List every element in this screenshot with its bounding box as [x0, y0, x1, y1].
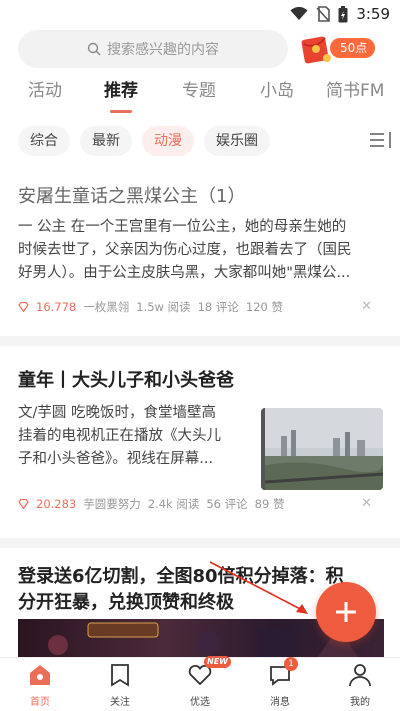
excerpt-line: 子和小头爸爸》。视线在屏幕...: [18, 451, 214, 467]
tab-islands[interactable]: 小岛: [260, 76, 294, 101]
author-name[interactable]: 一枚黑翎: [83, 299, 129, 315]
excerpt-line: 好男人）。由于公主皮肤乌黑，大家都叫她"黑煤公...: [18, 265, 351, 281]
diamond-icon: [18, 499, 29, 509]
article-excerpt: 一 公主 在一个王宫里有一位公主，她的母亲生她的 时候去世了，父亲因为伤心过度，…: [18, 216, 384, 285]
article-excerpt: 文/芋圆 吃晚饭时，食堂墙壁高 挂着的电视机正在播放《大头儿 子和小头爸爸》。视…: [18, 402, 254, 471]
top-tabs: 活动 推荐 专题 小岛 简书FM: [0, 76, 400, 113]
chip-latest[interactable]: 最新: [80, 126, 132, 156]
article-card[interactable]: 安屠生童话之黑煤公主（1） 一 公主 在一个王宫里有一位公主，她的母亲生她的 时…: [0, 168, 400, 328]
create-post-button[interactable]: [316, 582, 376, 642]
city-view-image: [261, 408, 383, 490]
excerpt-line: 文/芋圆 吃晚饭时，食堂墙壁高: [18, 405, 216, 421]
author-name[interactable]: 芋圆要努力: [83, 496, 141, 512]
tab-activities[interactable]: 活动: [28, 76, 62, 101]
nav-picks[interactable]: NEW 优选: [170, 656, 231, 708]
nav-messages[interactable]: 1 消息: [250, 657, 310, 708]
profile-icon: [330, 662, 390, 690]
excerpt-line: 挂着的电视机正在播放《大头儿: [18, 428, 221, 444]
article-meta: 16.778 一枚黑翎 1.5w 阅读 18 评论 120 赞: [18, 299, 283, 315]
close-icon[interactable]: ✕: [361, 496, 372, 511]
nav-label: 优选: [190, 697, 210, 708]
message-icon: 1: [250, 657, 310, 690]
divider: [0, 336, 400, 346]
article-thumbnail[interactable]: [261, 408, 383, 490]
article-title[interactable]: 童年丨大头儿子和小头爸爸: [18, 366, 234, 392]
unread-badge: 1: [284, 657, 298, 671]
diamond-count: 20.283: [36, 497, 77, 511]
like-count: 120 赞: [245, 300, 284, 314]
chip-general[interactable]: 综合: [18, 126, 70, 156]
like-count: 89 赞: [254, 497, 285, 511]
wifi-icon: [290, 7, 308, 20]
excerpt-line: 一 公主 在一个王宫里有一位公主，她的母亲生她的: [18, 219, 347, 235]
nav-label: 首页: [30, 697, 50, 708]
status-icons: 3:59: [290, 5, 390, 23]
category-chips: 综合 最新 动漫 娱乐圈: [0, 126, 400, 158]
red-envelope-icon: [301, 36, 331, 64]
nav-label: 我的: [350, 697, 370, 708]
arrow-annotation-icon: [209, 561, 308, 614]
nav-label: 关注: [110, 697, 130, 708]
read-count: 2.4k 阅读: [147, 497, 200, 511]
more-categories-button[interactable]: [368, 130, 394, 154]
read-count: 1.5w 阅读: [136, 300, 191, 314]
menu-lines-icon: [370, 132, 391, 148]
nav-profile[interactable]: 我的: [330, 662, 390, 708]
excerpt-line: 时候去世了，父亲因为伤心过度，也跟着去了（国民: [18, 242, 352, 258]
search-placeholder: 搜索感兴趣的内容: [107, 42, 219, 58]
comment-count: 56 评论: [206, 497, 248, 511]
new-badge: NEW: [204, 656, 231, 668]
search-input[interactable]: 搜索感兴趣的内容: [18, 30, 288, 68]
tab-topics[interactable]: 专题: [182, 76, 216, 101]
divider: [0, 538, 400, 548]
nav-home[interactable]: 首页: [10, 662, 70, 708]
home-icon: [10, 662, 70, 690]
status-bar: 3:59: [0, 0, 400, 28]
close-icon[interactable]: ✕: [361, 299, 372, 314]
diamond-icon: [18, 302, 29, 312]
status-time: 3:59: [356, 5, 390, 23]
article-meta: 20.283 芋圆要努力 2.4k 阅读 56 评论 89 赞: [18, 496, 284, 512]
no-sim-icon: [316, 6, 331, 22]
diamond-count: 16.778: [36, 300, 77, 314]
article-card[interactable]: 童年丨大头儿子和小头爸爸 文/芋圆 吃晚饭时，食堂墙壁高 挂着的电视机正在播放《…: [0, 346, 400, 526]
search-row: 搜索感兴趣的内容 50点: [0, 30, 400, 70]
nav-label: 消息: [270, 697, 290, 708]
battery-icon: [338, 5, 348, 22]
tab-fm[interactable]: 简书FM: [326, 76, 384, 101]
chip-anime[interactable]: 动漫: [142, 126, 194, 156]
chip-entertainment[interactable]: 娱乐圈: [204, 126, 270, 156]
search-icon: [87, 42, 101, 56]
bookmark-icon: [90, 662, 150, 690]
article-title[interactable]: 安屠生童话之黑煤公主（1）: [18, 182, 245, 208]
tab-recommended[interactable]: 推荐: [104, 76, 138, 101]
bottom-nav: 首页 关注 NEW 优选 1 消息 我的: [0, 656, 400, 711]
reward-points-button[interactable]: 50点: [300, 30, 390, 68]
nav-follow[interactable]: 关注: [90, 662, 150, 708]
heart-icon: NEW: [170, 656, 231, 690]
active-tab-indicator: [110, 110, 132, 113]
comment-count: 18 评论: [197, 300, 239, 314]
points-label: 50点: [330, 38, 376, 58]
plus-icon: [336, 602, 356, 622]
